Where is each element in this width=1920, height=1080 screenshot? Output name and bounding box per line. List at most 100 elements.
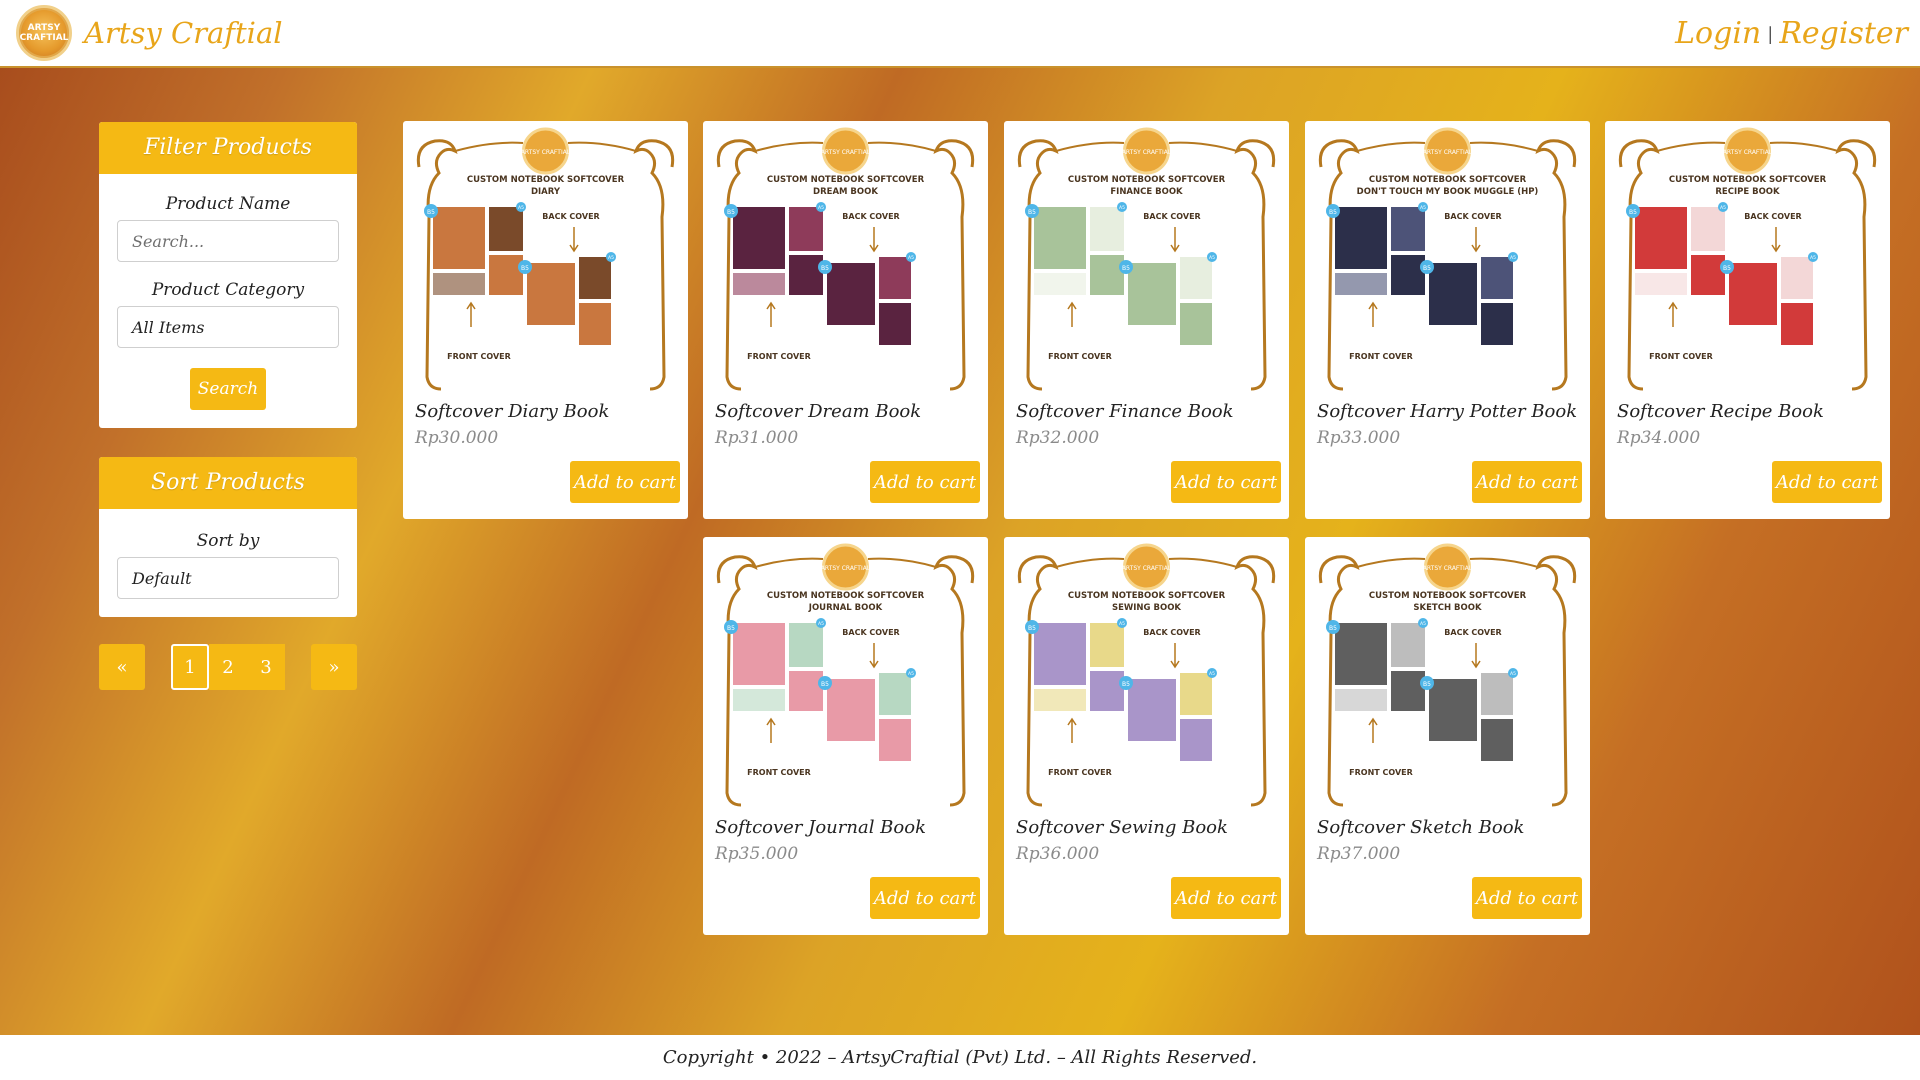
product-card[interactable]: ARTSY CRAFTIAL CUSTOM NOTEBOOK SOFTCOVER… [703, 537, 988, 935]
sort-select[interactable]: Default [117, 557, 339, 599]
auth-links: Login | Register [1675, 16, 1908, 51]
back-cover-label: BACK COVER [1444, 212, 1501, 221]
next-page-button[interactable]: » [311, 644, 357, 690]
product-price: Rp30.000 [415, 428, 499, 448]
back-cover-label: BACK COVER [1143, 212, 1200, 221]
add-to-cart-button[interactable]: Add to cart [870, 877, 980, 919]
cover-title: CUSTOM NOTEBOOK SOFTCOVER [767, 175, 925, 185]
cover-subtitle: SKETCH BOOK [1413, 603, 1482, 613]
brand[interactable]: ARTSY CRAFTIAL Artsy Craftial [16, 5, 283, 61]
front-cover-thumb [733, 207, 785, 269]
product-name[interactable]: Softcover Diary Book [415, 401, 609, 422]
back-cover-thumb [1180, 719, 1212, 761]
front-cover-thumb [789, 255, 823, 295]
add-to-cart-button[interactable]: Add to cart [1472, 461, 1582, 503]
product-name[interactable]: Softcover Harry Potter Book [1317, 401, 1577, 422]
product-cover-image[interactable]: ARTSY CRAFTIAL CUSTOM NOTEBOOK SOFTCOVER… [411, 127, 680, 397]
footer-copyright: Copyright • 2022 – ArtsyCraftial (Pvt) L… [0, 1035, 1920, 1080]
cover-logo-text: ARTSY CRAFTIAL [1723, 149, 1773, 156]
front-cover-thumb [1090, 671, 1124, 711]
cover-logo-text: ARTSY CRAFTIAL [1122, 565, 1172, 572]
a5-badge-label: A5 [908, 255, 914, 261]
product-cover-image[interactable]: ARTSY CRAFTIAL CUSTOM NOTEBOOK SOFTCOVER… [1313, 127, 1582, 397]
back-cover-thumb [1781, 303, 1813, 345]
cover-title: CUSTOM NOTEBOOK SOFTCOVER [1369, 175, 1527, 185]
product-category-label: Product Category [151, 280, 305, 300]
product-name[interactable]: Softcover Dream Book [715, 401, 921, 422]
add-to-cart-button[interactable]: Add to cart [1171, 877, 1281, 919]
product-card[interactable]: ARTSY CRAFTIAL CUSTOM NOTEBOOK SOFTCOVER… [703, 121, 988, 519]
product-card[interactable]: ARTSY CRAFTIAL CUSTOM NOTEBOOK SOFTCOVER… [1004, 121, 1289, 519]
add-to-cart-button[interactable]: Add to cart [1772, 461, 1882, 503]
product-price: Rp37.000 [1317, 844, 1401, 864]
product-search-input[interactable]: Search... [117, 220, 339, 262]
front-cover-label: FRONT COVER [747, 768, 811, 777]
a5-badge-label: A5 [818, 621, 824, 627]
product-cover-image[interactable]: ARTSY CRAFTIAL CUSTOM NOTEBOOK SOFTCOVER… [711, 543, 980, 813]
front-cover-arrow-icon [766, 717, 776, 743]
add-to-cart-button[interactable]: Add to cart [1472, 877, 1582, 919]
a5-badge-label: A5 [818, 205, 824, 211]
product-cover-image[interactable]: ARTSY CRAFTIAL CUSTOM NOTEBOOK SOFTCOVER… [711, 127, 980, 397]
add-to-cart-button[interactable]: Add to cart [570, 461, 680, 503]
product-cover-image[interactable]: ARTSY CRAFTIAL CUSTOM NOTEBOOK SOFTCOVER… [1012, 543, 1281, 813]
main-content: Filter Products Product Name Search... P… [0, 68, 1920, 1035]
product-card[interactable]: ARTSY CRAFTIAL CUSTOM NOTEBOOK SOFTCOVER… [1004, 537, 1289, 935]
front-cover-arrow-icon [1368, 301, 1378, 327]
product-name[interactable]: Softcover Finance Book [1016, 401, 1234, 422]
prev-page-button[interactable]: « [99, 644, 145, 690]
b5-badge-label: B5 [1122, 265, 1130, 272]
product-name[interactable]: Softcover Journal Book [715, 817, 926, 838]
register-link[interactable]: Register [1779, 16, 1908, 51]
product-cover-image[interactable]: ARTSY CRAFTIAL CUSTOM NOTEBOOK SOFTCOVER… [1313, 543, 1582, 813]
add-to-cart-button[interactable]: Add to cart [1171, 461, 1281, 503]
product-card[interactable]: ARTSY CRAFTIAL CUSTOM NOTEBOOK SOFTCOVER… [1605, 121, 1890, 519]
page-1-button[interactable]: 1 [171, 644, 209, 690]
product-cover-image[interactable]: ARTSY CRAFTIAL CUSTOM NOTEBOOK SOFTCOVER… [1613, 127, 1882, 397]
front-cover-thumb [433, 207, 485, 269]
cover-title: CUSTOM NOTEBOOK SOFTCOVER [1068, 175, 1226, 185]
page-3-button[interactable]: 3 [247, 644, 285, 690]
a5-badge-label: A5 [1510, 255, 1516, 261]
product-card[interactable]: ARTSY CRAFTIAL CUSTOM NOTEBOOK SOFTCOVER… [1305, 537, 1590, 935]
product-name[interactable]: Softcover Sketch Book [1317, 817, 1524, 838]
add-to-cart-button[interactable]: Add to cart [870, 461, 980, 503]
cover-title: CUSTOM NOTEBOOK SOFTCOVER [1068, 591, 1226, 601]
page-2-button[interactable]: 2 [209, 644, 247, 690]
product-name[interactable]: Softcover Sewing Book [1016, 817, 1228, 838]
cover-logo-text: ARTSY CRAFTIAL [521, 149, 571, 156]
front-cover-thumb [1391, 255, 1425, 295]
product-name[interactable]: Softcover Recipe Book [1617, 401, 1824, 422]
product-category-select[interactable]: All Items [117, 306, 339, 348]
cover-subtitle: RECIPE BOOK [1715, 187, 1780, 197]
login-link[interactable]: Login [1675, 16, 1761, 51]
back-cover-label: BACK COVER [1744, 212, 1801, 221]
product-cover-image[interactable]: ARTSY CRAFTIAL CUSTOM NOTEBOOK SOFTCOVER… [1012, 127, 1281, 397]
cover-subtitle: JOURNAL BOOK [808, 603, 883, 613]
front-cover-thumb [1090, 623, 1124, 667]
front-cover-thumb [1335, 273, 1387, 295]
back-cover-label: BACK COVER [1444, 628, 1501, 637]
brand-name[interactable]: Artsy Craftial [84, 16, 283, 50]
product-card[interactable]: ARTSY CRAFTIAL CUSTOM NOTEBOOK SOFTCOVER… [1305, 121, 1590, 519]
filter-panel: Filter Products Product Name Search... P… [99, 122, 357, 428]
search-button[interactable]: Search [190, 368, 266, 410]
a5-badge-label: A5 [608, 255, 614, 261]
back-cover-label: BACK COVER [542, 212, 599, 221]
back-cover-thumb [827, 679, 875, 741]
a5-badge-label: A5 [1420, 621, 1426, 627]
front-cover-arrow-icon [1668, 301, 1678, 327]
front-cover-thumb [433, 273, 485, 295]
logo-icon[interactable]: ARTSY CRAFTIAL [16, 5, 72, 61]
product-name-label: Product Name [165, 194, 291, 214]
back-cover-arrow-icon [1170, 227, 1180, 253]
back-cover-thumb [879, 673, 911, 715]
front-cover-thumb [1335, 207, 1387, 269]
front-cover-thumb [1034, 273, 1086, 295]
back-cover-thumb [1481, 673, 1513, 715]
front-cover-thumb [1391, 623, 1425, 667]
product-card[interactable]: ARTSY CRAFTIAL CUSTOM NOTEBOOK SOFTCOVER… [403, 121, 688, 519]
back-cover-arrow-icon [869, 643, 879, 669]
back-cover-label: BACK COVER [842, 628, 899, 637]
a5-badge-label: A5 [1209, 255, 1215, 261]
